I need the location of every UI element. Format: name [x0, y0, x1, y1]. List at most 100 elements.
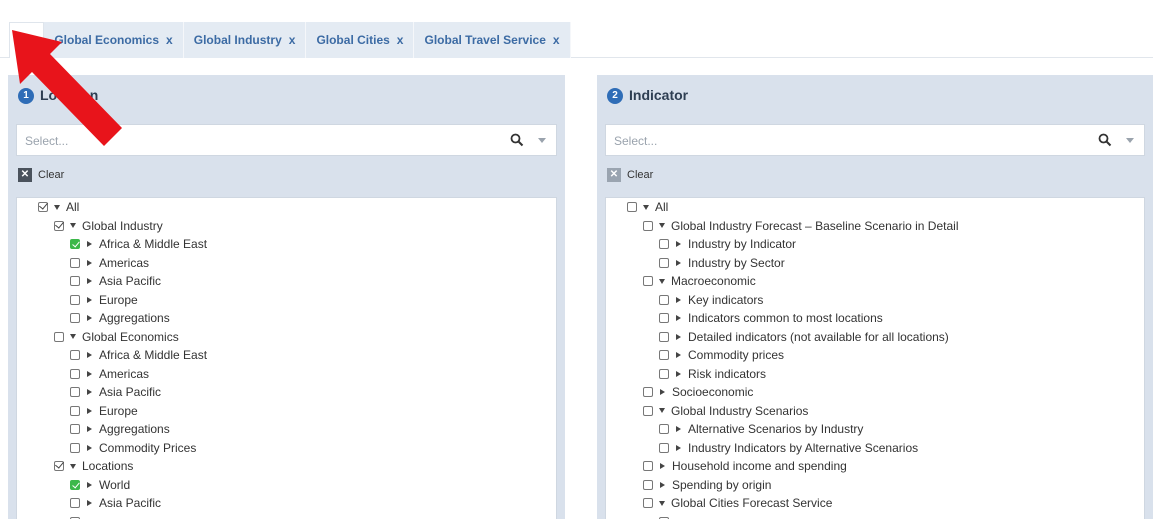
tree-checkbox[interactable]: [70, 424, 80, 434]
tree-node[interactable]: Industry Indicators by Alternative Scena…: [659, 439, 918, 457]
caret-right-icon[interactable]: [87, 278, 92, 284]
tree-checkbox[interactable]: [659, 294, 669, 305]
tree-checkbox[interactable]: [70, 498, 80, 508]
tab-close-icon[interactable]: x: [397, 33, 404, 47]
caret-right-icon[interactable]: [87, 407, 92, 414]
caret-right-icon[interactable]: [676, 333, 681, 340]
tree-node[interactable]: Global Industry: [54, 217, 163, 235]
tree-node[interactable]: Global Industry Scenarios: [643, 402, 808, 420]
caret-right-icon[interactable]: [87, 315, 92, 321]
tree-node[interactable]: Indicators common to most locations: [659, 309, 883, 327]
tree-checkbox[interactable]: [70, 479, 80, 490]
tree-node[interactable]: [70, 513, 99, 519]
tree-checkbox[interactable]: [659, 331, 669, 342]
tree-node[interactable]: Asia Pacific: [70, 272, 161, 290]
search-icon[interactable]: [510, 133, 524, 147]
tree-node[interactable]: Europe: [70, 291, 138, 309]
tree-checkbox[interactable]: [70, 257, 80, 268]
caret-down-icon[interactable]: [70, 334, 76, 339]
tree-checkbox[interactable]: [70, 239, 80, 249]
tree-checkbox[interactable]: [659, 368, 669, 379]
caret-right-icon[interactable]: [87, 296, 92, 303]
tree-checkbox[interactable]: [643, 461, 653, 471]
chevron-down-icon[interactable]: [1126, 138, 1134, 143]
caret-down-icon[interactable]: [70, 223, 76, 228]
tree-checkbox[interactable]: [70, 313, 80, 323]
tab-global-travel-service[interactable]: Global Travel Service x: [414, 22, 571, 58]
tree-checkbox[interactable]: [659, 257, 669, 268]
tree-checkbox[interactable]: [643, 387, 653, 397]
caret-right-icon[interactable]: [660, 463, 665, 469]
caret-right-icon[interactable]: [676, 296, 681, 303]
caret-right-icon[interactable]: [87, 500, 92, 506]
tree-checkbox[interactable]: [643, 220, 653, 231]
tree-node[interactable]: Detailed indicators (not available for a…: [659, 328, 949, 346]
tree-checkbox[interactable]: [70, 405, 80, 416]
tree-checkbox[interactable]: [70, 368, 80, 379]
caret-right-icon[interactable]: [676, 315, 681, 321]
caret-right-icon[interactable]: [87, 370, 92, 377]
tree-node[interactable]: Locations: [54, 457, 133, 475]
tree-checkbox[interactable]: [38, 202, 48, 212]
caret-down-icon[interactable]: [659, 278, 665, 284]
location-clear-button[interactable]: ✕ Clear: [18, 168, 64, 182]
tab-close-icon[interactable]: x: [553, 33, 560, 47]
caret-right-icon[interactable]: [676, 241, 681, 247]
tree-node[interactable]: Risk indicators: [659, 365, 766, 383]
tree-checkbox[interactable]: [70, 294, 80, 305]
tree-node[interactable]: Aggregations: [70, 309, 170, 327]
tree-node[interactable]: [659, 513, 688, 519]
tab-global-cities[interactable]: Global Cities x: [306, 22, 415, 58]
tree-node[interactable]: Africa & Middle East: [70, 235, 207, 253]
tree-checkbox[interactable]: [643, 405, 653, 416]
caret-right-icon[interactable]: [87, 481, 92, 488]
caret-right-icon[interactable]: [87, 389, 92, 395]
caret-right-icon[interactable]: [660, 389, 665, 395]
tree-checkbox[interactable]: [627, 202, 637, 212]
tree-checkbox[interactable]: [659, 442, 669, 453]
caret-right-icon[interactable]: [87, 259, 92, 266]
tree-node[interactable]: Commodity prices: [659, 346, 784, 364]
tab-close-icon[interactable]: x: [289, 33, 296, 47]
tree-node[interactable]: All: [38, 198, 79, 216]
tab-close-icon[interactable]: x: [166, 33, 173, 47]
tree-node[interactable]: Global Industry Forecast – Baseline Scen…: [643, 217, 958, 235]
tree-checkbox[interactable]: [659, 350, 669, 360]
tree-checkbox[interactable]: [643, 479, 653, 490]
tree-checkbox[interactable]: [54, 331, 64, 342]
tree-checkbox[interactable]: [659, 313, 669, 323]
tree-node[interactable]: Alternative Scenarios by Industry: [659, 420, 863, 438]
caret-right-icon[interactable]: [87, 352, 92, 358]
tree-checkbox[interactable]: [70, 442, 80, 453]
tree-node[interactable]: Aggregations: [70, 420, 170, 438]
caret-down-icon[interactable]: [54, 204, 60, 210]
caret-right-icon[interactable]: [660, 481, 665, 488]
indicator-clear-button[interactable]: ✕ Clear: [607, 168, 653, 182]
search-icon[interactable]: [1098, 133, 1112, 147]
tree-checkbox[interactable]: [70, 350, 80, 360]
tree-node[interactable]: Americas: [70, 365, 149, 383]
tree-node[interactable]: Socioeconomic: [643, 383, 753, 401]
caret-right-icon[interactable]: [676, 259, 681, 266]
tree-node[interactable]: World: [70, 476, 130, 494]
tab-all[interactable]: All: [9, 22, 45, 58]
location-select[interactable]: Select...: [16, 124, 557, 156]
tree-node[interactable]: Americas: [70, 254, 149, 272]
caret-right-icon[interactable]: [87, 241, 92, 247]
tree-checkbox[interactable]: [54, 220, 64, 231]
caret-right-icon[interactable]: [676, 444, 681, 451]
tree-checkbox[interactable]: [70, 387, 80, 397]
caret-down-icon[interactable]: [70, 463, 76, 469]
tree-node[interactable]: Global Economics: [54, 328, 179, 346]
indicator-select[interactable]: Select...: [605, 124, 1145, 156]
caret-right-icon[interactable]: [676, 426, 681, 432]
caret-right-icon[interactable]: [87, 426, 92, 432]
tree-checkbox[interactable]: [659, 424, 669, 434]
tree-checkbox[interactable]: [643, 498, 653, 508]
tree-node[interactable]: Global Cities Forecast Service: [643, 494, 832, 512]
tree-node[interactable]: Industry by Sector: [659, 254, 785, 272]
caret-down-icon[interactable]: [643, 204, 649, 210]
tree-checkbox[interactable]: [643, 276, 653, 286]
caret-down-icon[interactable]: [659, 500, 665, 506]
tree-node[interactable]: Europe: [70, 402, 138, 420]
